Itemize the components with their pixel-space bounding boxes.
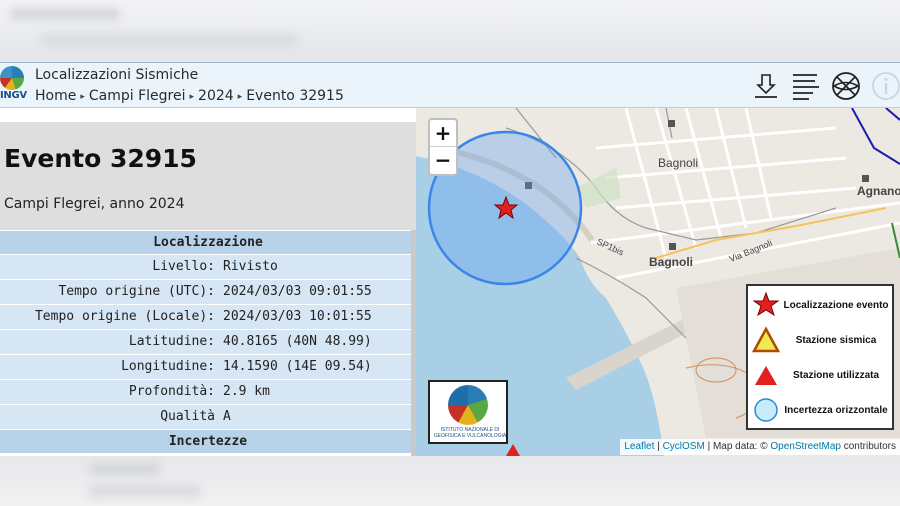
ingv-logo-text: ISTITUTO NAZIONALE DI GEOFISICA E VULCAN… (433, 427, 507, 439)
row-value: 14.1590 (14E 09.54) (223, 359, 372, 374)
download-icon[interactable] (751, 71, 781, 101)
app-header: INGV Localizzazioni Sismiche Home ▸ Campi … (0, 62, 900, 108)
row-key: Profondità: (128, 384, 215, 399)
cyclosm-link[interactable]: CyclOSM (663, 441, 705, 452)
list-icon[interactable] (791, 71, 821, 101)
event-details-table: Localizzazione Livello: Rivisto Tempo ori… (0, 230, 416, 453)
breadcrumb-home[interactable]: Home (35, 88, 76, 104)
row-key: Tempo origine (Locale): (34, 309, 215, 324)
legend-item: Incertezza orizzontale (752, 395, 892, 425)
attribution-tail: contributors (840, 441, 896, 452)
row-value: 2024/03/03 10:01:55 (223, 309, 372, 324)
table-row: Longitudine: 14.1590 (14E 09.54) (0, 354, 416, 379)
row-key: Livello: (152, 259, 215, 274)
row-key: Latitudine: (128, 334, 215, 349)
legend-item: Localizzazione evento (752, 290, 892, 320)
openstreetmap-link[interactable]: OpenStreetMap (770, 441, 841, 452)
breadcrumb-separator-icon: ▸ (80, 92, 85, 102)
attribution-text: | Map data: © (704, 441, 771, 452)
place-label: Bagnoli (649, 255, 693, 269)
row-value: 40.8165 (40N 48.99) (223, 334, 372, 349)
legend-label: Incertezza orizzontale (784, 404, 888, 416)
section-header-incertezze: Incertezze (0, 429, 416, 453)
map-view[interactable]: Bagnoli Bagnoli Agnano SP1bis Via Bagnol… (416, 108, 900, 456)
leaflet-link[interactable]: Leaflet (624, 441, 654, 452)
row-value: 2.9 km (223, 384, 270, 399)
yellow-triangle-icon (752, 326, 780, 353)
globe-logo-icon (448, 385, 488, 425)
app-title: Localizzazioni Sismiche (35, 67, 199, 83)
map-attribution: Leaflet | CyclOSM | Map data: © OpenStre… (620, 439, 900, 455)
legend-item: Stazione sismica (752, 325, 892, 355)
globe-logo-icon (0, 66, 24, 90)
background-blur-top (0, 0, 900, 62)
breadcrumb-separator-icon: ▸ (189, 92, 195, 102)
red-triangle-icon (755, 366, 777, 385)
table-row: Tempo origine (Locale): 2024/03/03 10:01:… (0, 304, 416, 329)
breadcrumb-campi-flegrei[interactable]: Campi Flegrei (89, 88, 186, 104)
table-row: Tempo origine (UTC): 2024/03/03 09:01:55 (0, 279, 416, 304)
zoom-in-button[interactable]: + (430, 120, 456, 147)
breadcrumb-year[interactable]: 2024 (198, 88, 234, 104)
section-header-localizzazione: Localizzazione (0, 230, 416, 254)
info-icon[interactable] (871, 71, 900, 101)
attribution-separator: | (654, 441, 663, 452)
circle-icon (754, 398, 778, 422)
row-key: Tempo origine (UTC): (58, 284, 215, 299)
zoom-control: + − (428, 118, 458, 176)
table-row: Latitudine: 40.8165 (40N 48.99) (0, 329, 416, 354)
breadcrumb: Home ▸ Campi Flegrei ▸ 2024 ▸ Evento 32915 (35, 88, 344, 104)
breadcrumb-separator-icon: ▸ (237, 92, 243, 102)
event-title: Evento 32915 (4, 144, 197, 173)
map-legend: Localizzazione evento Stazione sismica S… (746, 284, 894, 430)
legend-item: Stazione utilizzata (752, 360, 892, 390)
table-row: Qualità A (0, 404, 416, 429)
event-subtitle: Campi Flegrei, anno 2024 (4, 196, 185, 212)
table-row: Livello: Rivisto (0, 254, 416, 279)
event-details-panel: Evento 32915 Campi Flegrei, anno 2024 Lo… (0, 108, 416, 456)
legend-label: Localizzazione evento (783, 299, 889, 311)
row-value: 2024/03/03 09:01:55 (223, 284, 372, 299)
breadcrumb-current: Evento 32915 (246, 88, 344, 104)
ingv-logo[interactable]: INGV (0, 65, 28, 105)
legend-label: Stazione utilizzata (792, 369, 880, 381)
row-value: A (223, 409, 231, 424)
table-row: Profondità: 2.9 km (0, 379, 416, 404)
logo-text: INGV (0, 90, 27, 101)
legend-label: Stazione sismica (795, 334, 877, 346)
row-key: Qualità (160, 409, 215, 424)
zoom-out-button[interactable]: − (430, 147, 456, 174)
row-value: Rivisto (223, 259, 278, 274)
place-label: Agnano (857, 184, 900, 198)
row-key: Longitudine: (121, 359, 215, 374)
place-label: Bagnoli (658, 156, 699, 170)
globe-icon[interactable] (831, 71, 861, 101)
background-blur-bottom (0, 456, 900, 506)
ingv-map-logo: ISTITUTO NAZIONALE DI GEOFISICA E VULCAN… (428, 380, 508, 444)
star-icon (752, 291, 780, 317)
